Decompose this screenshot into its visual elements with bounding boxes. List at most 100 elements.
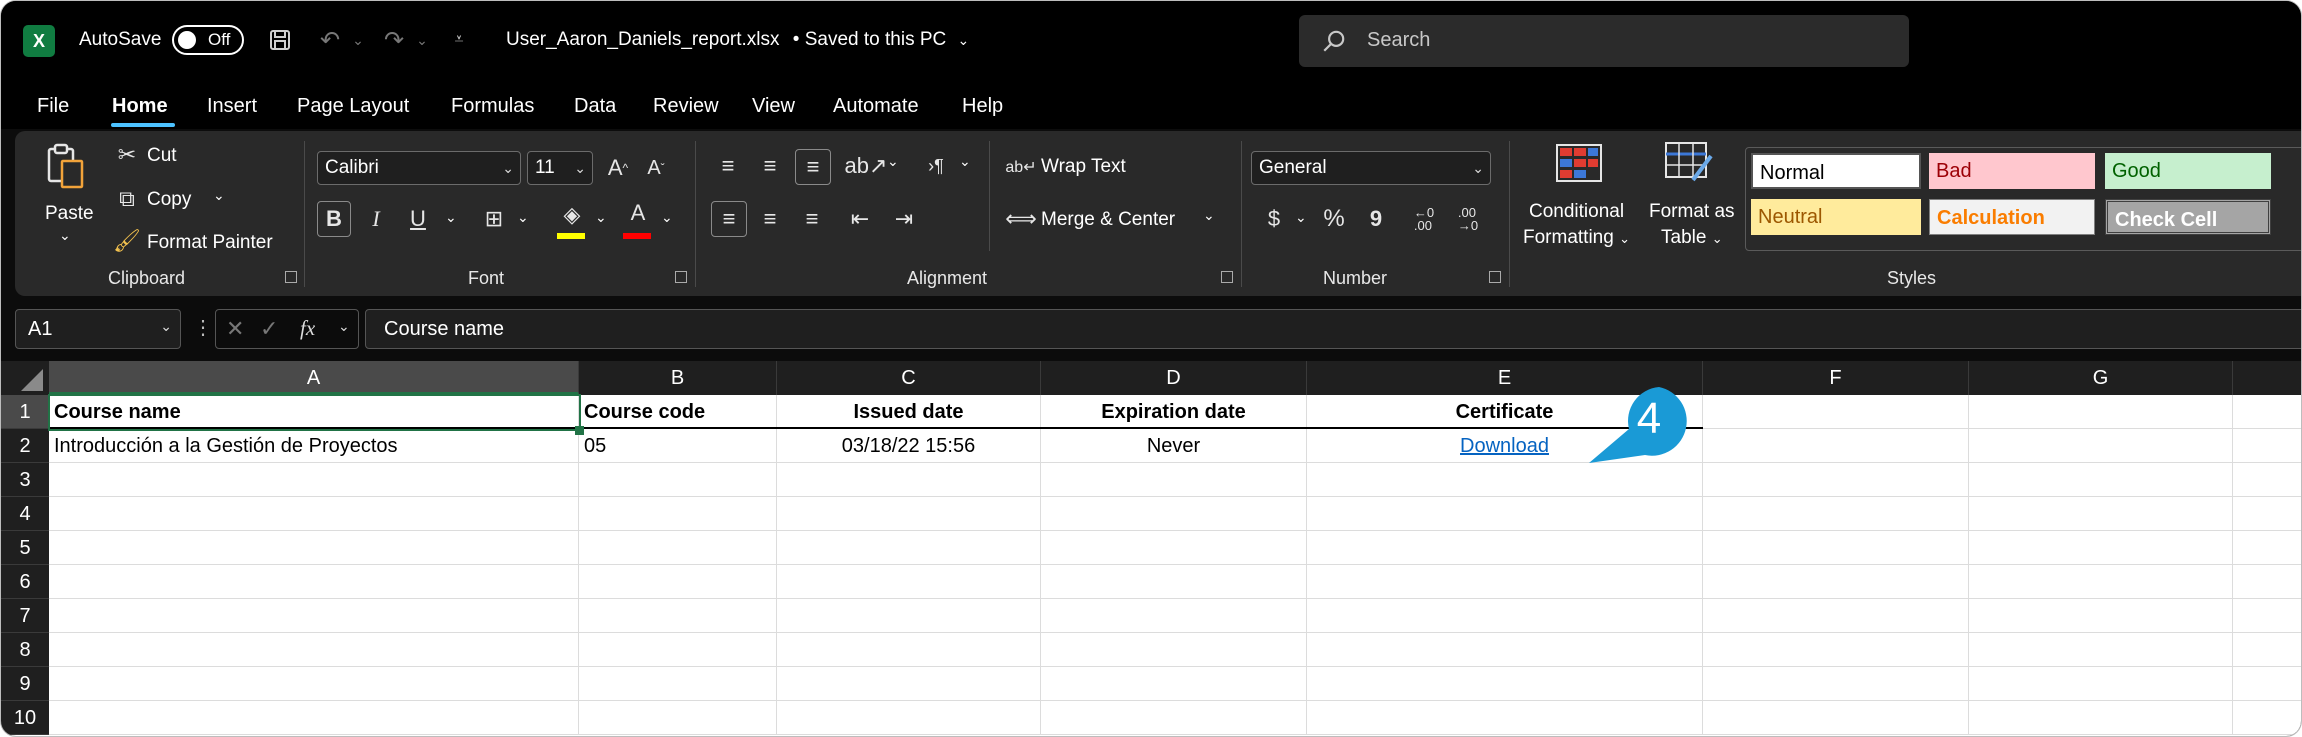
empty-cell[interactable] xyxy=(777,565,1041,599)
row-header-1[interactable]: 1 xyxy=(1,395,49,429)
column-header-g[interactable]: G xyxy=(1969,361,2233,395)
empty-cell[interactable] xyxy=(1703,497,1969,531)
empty-cell[interactable] xyxy=(579,565,777,599)
cell-b1[interactable]: Course code xyxy=(579,395,777,429)
empty-cell[interactable] xyxy=(1703,667,1969,701)
tab-automate[interactable]: Automate xyxy=(833,95,919,118)
empty-cell[interactable] xyxy=(1041,565,1307,599)
tab-review[interactable]: Review xyxy=(653,95,719,118)
format-painter-button[interactable]: Format Painter xyxy=(147,232,273,254)
font-color-dropdown-icon[interactable]: ⌄ xyxy=(661,209,673,226)
row-header-2[interactable]: 2 xyxy=(1,429,49,463)
paste-dropdown-icon[interactable]: ⌄ xyxy=(59,227,71,244)
increase-decimal-icon[interactable]: ←0.00 xyxy=(1407,201,1441,237)
row-header-5[interactable]: 5 xyxy=(1,531,49,565)
increase-font-size-icon[interactable]: A ^ xyxy=(603,151,633,185)
customize-toolbar-icon[interactable]: ⩡ xyxy=(447,23,471,57)
cell-c1[interactable]: Issued date xyxy=(777,395,1041,429)
orientation-dropdown-icon[interactable]: ⌄ xyxy=(887,153,899,170)
align-top-icon[interactable]: ≡ xyxy=(711,149,745,183)
style-bad[interactable]: Bad xyxy=(1929,153,2095,189)
format-as-table-icon[interactable] xyxy=(1665,142,1713,183)
align-left-icon[interactable]: ≡ xyxy=(711,201,747,237)
conditional-formatting-button[interactable]: Conditional xyxy=(1529,201,1624,223)
empty-cell[interactable] xyxy=(1969,667,2233,701)
copy-dropdown-icon[interactable]: ⌄ xyxy=(213,187,225,204)
merge-center-dropdown-icon[interactable]: ⌄ xyxy=(1203,207,1215,224)
empty-cell[interactable] xyxy=(1703,633,1969,667)
empty-cell[interactable] xyxy=(1041,463,1307,497)
undo-icon[interactable]: ↶ xyxy=(313,23,347,57)
cell-c2[interactable]: 03/18/22 15:56 xyxy=(777,429,1041,463)
row-header-10[interactable]: 10 xyxy=(1,701,49,735)
empty-cell[interactable] xyxy=(777,463,1041,497)
empty-cell[interactable] xyxy=(579,497,777,531)
align-bottom-icon[interactable]: ≡ xyxy=(795,149,831,185)
empty-cell[interactable] xyxy=(1969,395,2233,429)
empty-cell[interactable] xyxy=(1703,599,1969,633)
tab-help[interactable]: Help xyxy=(962,95,1003,118)
align-right-icon[interactable]: ≡ xyxy=(795,201,829,237)
fill-color-icon[interactable]: ◈ xyxy=(555,197,589,233)
cell-d1[interactable]: Expiration date xyxy=(1041,395,1307,429)
currency-dropdown-icon[interactable]: ⌄ xyxy=(1295,209,1307,226)
italic-button[interactable]: I xyxy=(361,201,391,237)
empty-cell[interactable] xyxy=(49,667,579,701)
cut-icon[interactable]: ✂ xyxy=(115,142,139,167)
tab-insert[interactable]: Insert xyxy=(207,95,257,118)
cell-b2[interactable]: 05 xyxy=(579,429,777,463)
empty-cell[interactable] xyxy=(49,463,579,497)
style-calculation[interactable]: Calculation xyxy=(1929,199,2095,235)
conditional-formatting-icon[interactable] xyxy=(1555,143,1603,183)
redo-icon[interactable]: ↷ xyxy=(377,23,411,57)
increase-indent-icon[interactable]: ⇥ xyxy=(887,201,921,237)
empty-cell[interactable] xyxy=(2233,463,2301,497)
style-check-cell[interactable]: Check Cell xyxy=(2105,199,2271,235)
tab-view[interactable]: View xyxy=(752,95,795,118)
empty-cell[interactable] xyxy=(49,565,579,599)
empty-cell[interactable] xyxy=(579,463,777,497)
merge-center-button[interactable]: Merge & Center xyxy=(1041,209,1175,231)
empty-cell[interactable] xyxy=(777,531,1041,565)
empty-cell[interactable] xyxy=(49,633,579,667)
clipboard-launcher-icon[interactable] xyxy=(285,271,297,283)
comma-style-button[interactable]: 9 xyxy=(1363,201,1389,237)
row-header-4[interactable]: 4 xyxy=(1,497,49,531)
format-painter-icon[interactable]: 🖌 xyxy=(113,228,141,253)
fill-color-dropdown-icon[interactable]: ⌄ xyxy=(595,209,607,226)
borders-dropdown-icon[interactable]: ⌄ xyxy=(517,209,529,226)
number-format-dropdown[interactable]: General ⌄ xyxy=(1251,151,1491,185)
select-all-corner[interactable] xyxy=(1,361,49,395)
empty-cell[interactable] xyxy=(777,497,1041,531)
empty-cell[interactable] xyxy=(1703,463,1969,497)
empty-cell[interactable] xyxy=(2233,395,2301,429)
decrease-decimal-icon[interactable]: .00 →0 xyxy=(1451,201,1485,237)
cancel-icon[interactable]: ✕ xyxy=(226,316,244,342)
copy-icon[interactable]: ⧉ xyxy=(115,186,139,211)
empty-cell[interactable] xyxy=(1041,531,1307,565)
font-name-dropdown[interactable]: Calibri ⌄ xyxy=(317,151,521,185)
empty-cell[interactable] xyxy=(579,633,777,667)
undo-dropdown-icon[interactable]: ⌄ xyxy=(349,23,367,57)
empty-cell[interactable] xyxy=(579,667,777,701)
search-box[interactable]: Search xyxy=(1299,15,1909,67)
tab-data[interactable]: Data xyxy=(574,95,616,118)
align-center-icon[interactable]: ≡ xyxy=(753,201,787,237)
empty-cell[interactable] xyxy=(49,531,579,565)
empty-cell[interactable] xyxy=(1703,565,1969,599)
font-color-icon[interactable]: A xyxy=(621,195,655,231)
more-options-icon[interactable]: ⋮ xyxy=(193,315,213,340)
empty-cell[interactable] xyxy=(579,701,777,735)
text-direction-dropdown-icon[interactable]: ⌄ xyxy=(959,153,971,170)
borders-icon[interactable]: ⊞ xyxy=(477,201,511,237)
empty-cell[interactable] xyxy=(1703,701,1969,735)
style-normal[interactable]: Normal xyxy=(1751,153,1921,189)
conditional-formatting-label[interactable]: Formatting ⌄ xyxy=(1523,227,1630,249)
empty-cell[interactable] xyxy=(1969,531,2233,565)
empty-cell[interactable] xyxy=(1969,463,2233,497)
percent-button[interactable]: % xyxy=(1319,201,1349,237)
empty-cell[interactable] xyxy=(579,599,777,633)
autosave-toggle[interactable]: Off xyxy=(172,25,244,55)
row-header-3[interactable]: 3 xyxy=(1,463,49,497)
empty-cell[interactable] xyxy=(1969,599,2233,633)
